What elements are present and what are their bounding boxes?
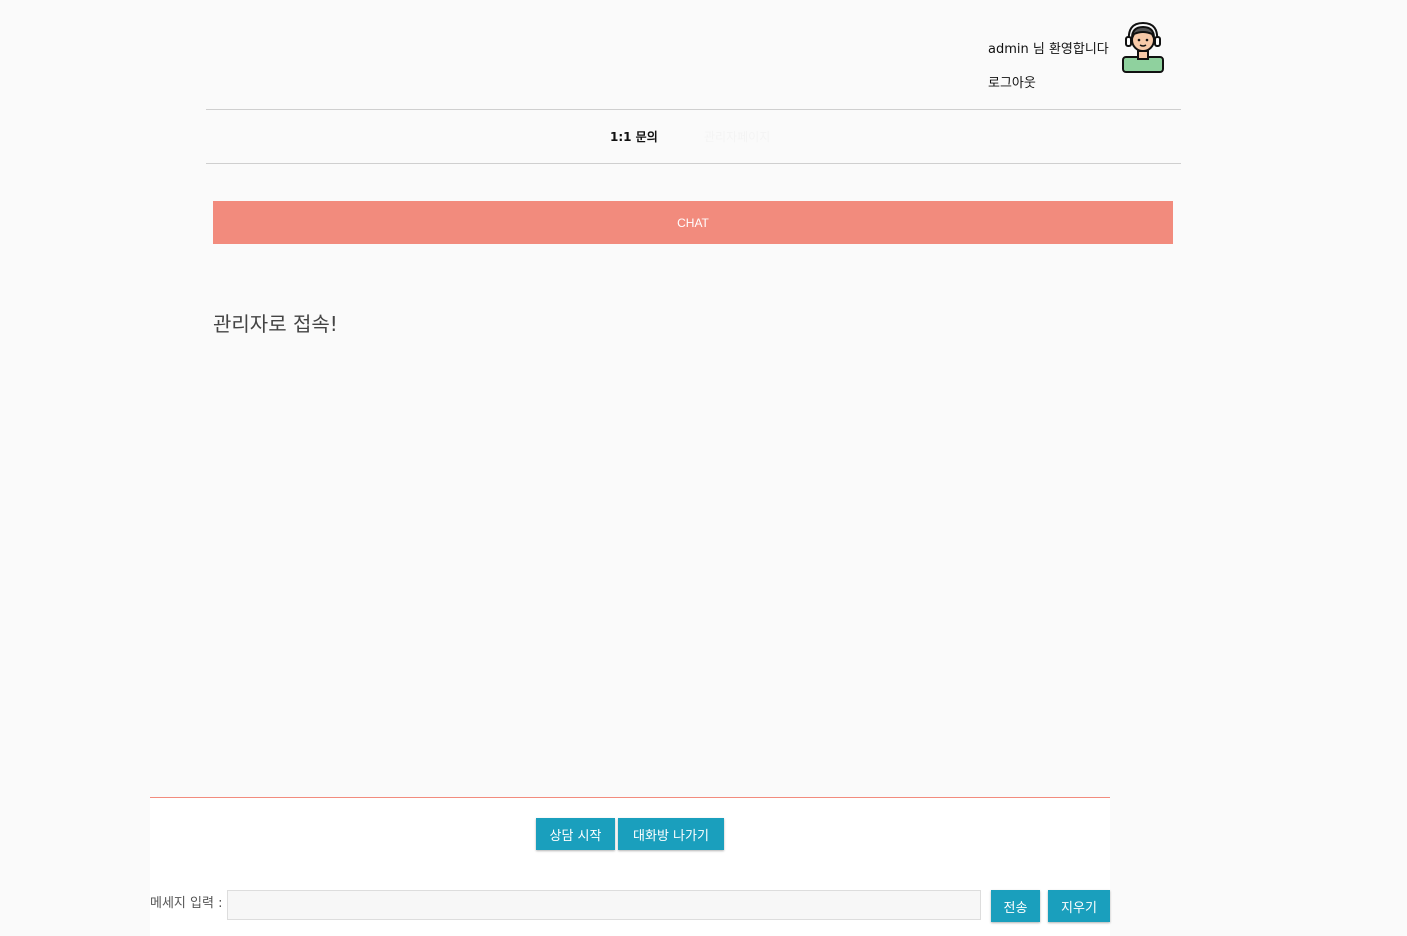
main-nav: 1:1 문의 관리자페이지 [206, 110, 1181, 163]
leave-room-button[interactable]: 대화방 나가기 [618, 818, 724, 850]
message-area: 관리자로 접속! [213, 300, 1173, 780]
start-consultation-button[interactable]: 상담 시작 [536, 818, 615, 850]
welcome-text: admin 님 환영합니다 [988, 42, 1109, 57]
header: admin 님 환영합니다 로그아웃 [0, 0, 1407, 110]
message-input[interactable] [227, 890, 981, 920]
logout-link[interactable]: 로그아웃 [988, 72, 1036, 91]
chat-message: 관리자로 접속! [213, 312, 338, 336]
tab-inquiry[interactable]: 1:1 문의 [610, 128, 658, 145]
send-button[interactable]: 전송 [991, 890, 1040, 922]
chat-title-bar: CHAT [213, 201, 1173, 244]
message-input-label: 메세지 입력 : [150, 896, 223, 911]
clear-button[interactable]: 지우기 [1048, 890, 1110, 922]
chat-title: CHAT [677, 215, 709, 230]
chat-footer: 상담 시작 대화방 나가기 메세지 입력 : 전송 지우기 [150, 797, 1110, 936]
tab-admin-page[interactable]: 관리자페이지 [704, 128, 770, 145]
nav-bottom-divider [206, 163, 1181, 164]
support-agent-icon [1122, 21, 1164, 73]
